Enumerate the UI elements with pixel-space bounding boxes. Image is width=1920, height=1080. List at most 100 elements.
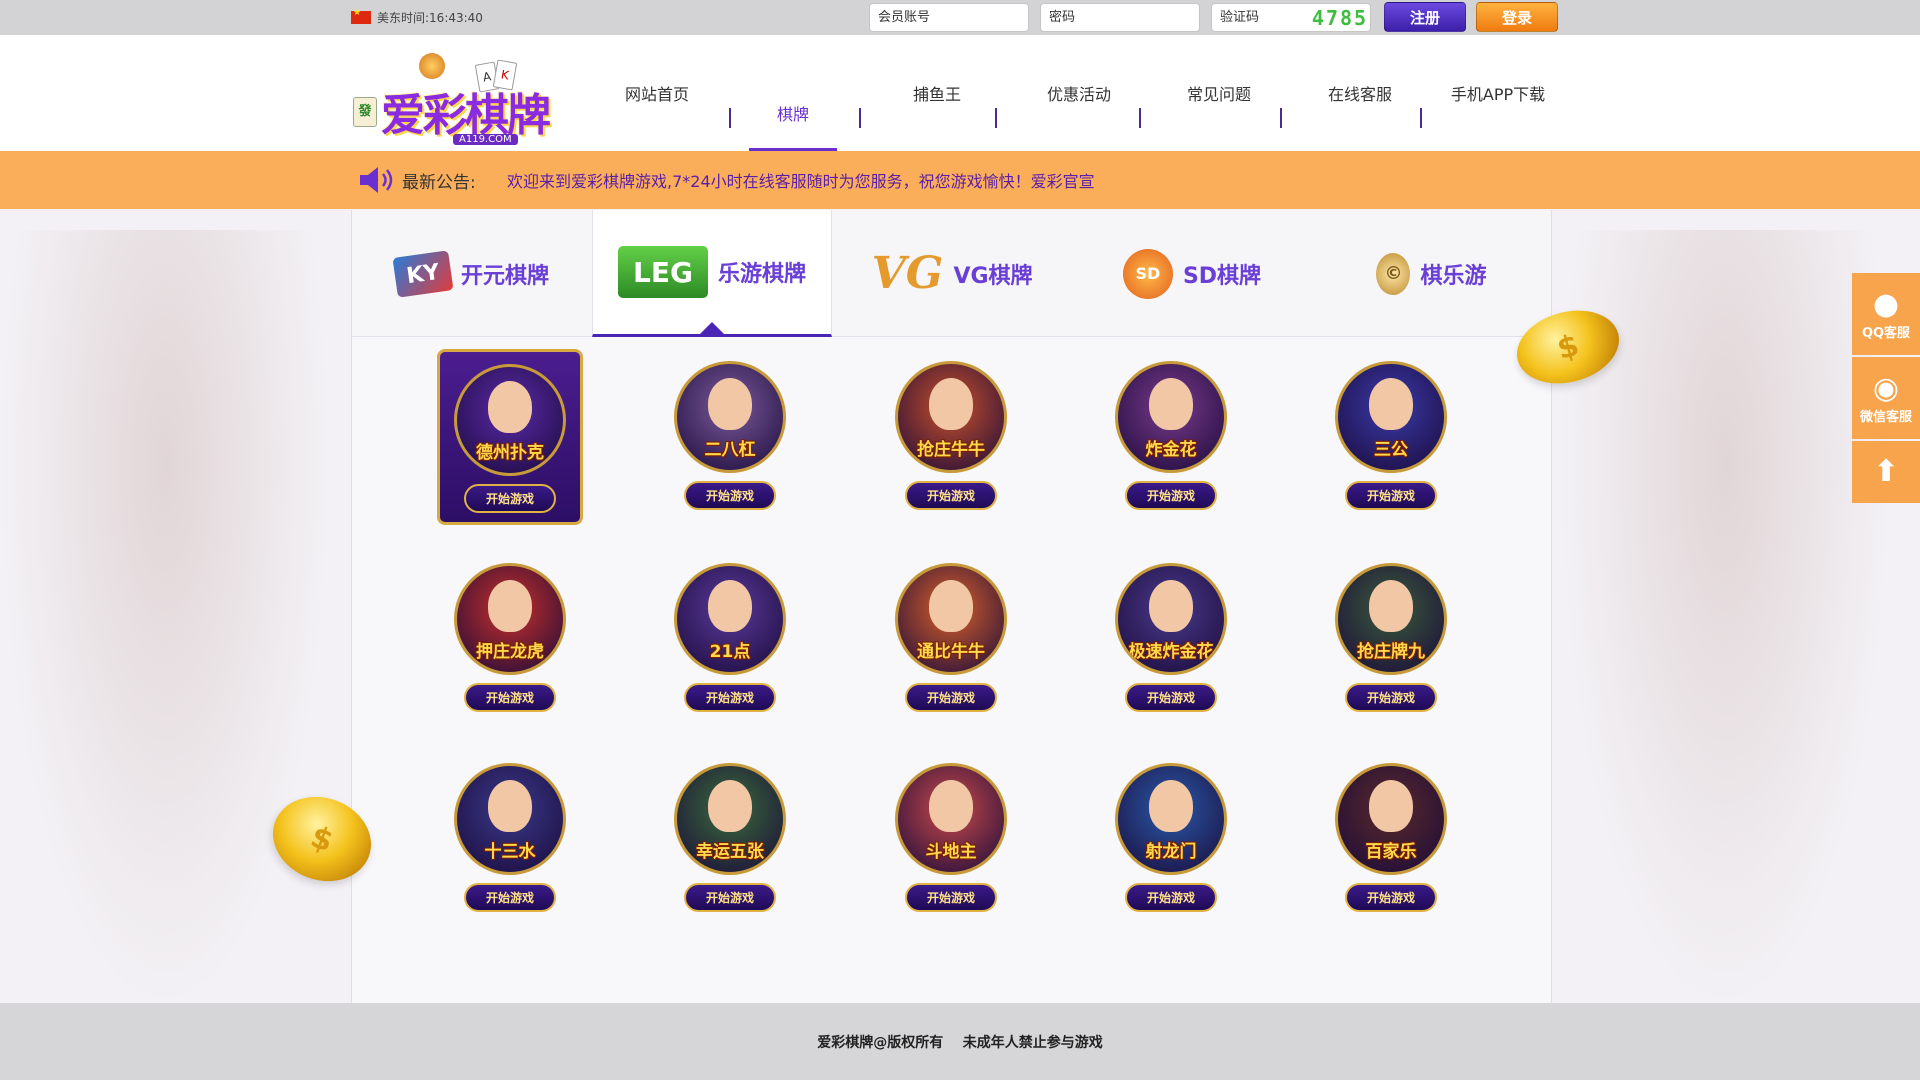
game-panel: KY 开元棋牌 LEG 乐游棋牌 VG VG棋牌 SD SD棋牌 © 棋乐游 德…	[351, 210, 1552, 1003]
sd-logo-icon: SD	[1122, 248, 1173, 299]
tab-label: 棋乐游	[1420, 263, 1487, 289]
tab-sd[interactable]: SD SD棋牌	[1072, 210, 1312, 337]
nav-separator	[1139, 108, 1141, 128]
qq-service-button[interactable]: ● QQ客服	[1852, 273, 1920, 355]
footer: 爱彩棋牌@版权所有 未成年人禁止参与游戏	[0, 1003, 1920, 1080]
nav-home[interactable]: 网站首页	[605, 35, 709, 151]
game-card[interactable]: 抢庄牛牛 开始游戏	[878, 349, 1024, 525]
game-title: 抢庄牌九	[1357, 642, 1425, 662]
game-card[interactable]: 极速炸金花 开始游戏	[1098, 551, 1244, 727]
game-art-icon: 21点	[674, 563, 786, 675]
time-display: 美东时间:16:43:40	[351, 8, 483, 26]
game-character-icon	[1149, 378, 1193, 430]
tab-kaiyuan[interactable]: KY 开元棋牌	[352, 210, 592, 337]
start-game-button[interactable]: 开始游戏	[905, 481, 997, 510]
game-title: 射龙门	[1145, 842, 1197, 862]
game-card[interactable]: 通比牛牛 开始游戏	[878, 551, 1024, 727]
tab-vg[interactable]: VG VG棋牌	[832, 210, 1072, 337]
game-card[interactable]: 押庄龙虎 开始游戏	[437, 551, 583, 727]
header: A K 發 爱彩棋牌 A119.COM 网站首页 棋牌 捕鱼王 优惠活动 常见问…	[0, 35, 1920, 151]
nav-separator	[729, 108, 731, 128]
game-card[interactable]: 二八杠 开始游戏	[657, 349, 803, 525]
start-game-button[interactable]: 开始游戏	[1125, 883, 1217, 912]
game-card[interactable]: 炸金花 开始游戏	[1098, 349, 1244, 525]
game-character-icon	[929, 378, 973, 430]
game-character-icon	[1149, 580, 1193, 632]
game-character-icon	[1149, 780, 1193, 832]
game-card[interactable]: 德州扑克 开始游戏	[437, 349, 583, 525]
tab-label: 乐游棋牌	[717, 262, 806, 287]
start-game-button[interactable]: 开始游戏	[1345, 683, 1437, 712]
game-card[interactable]: 斗地主 开始游戏	[878, 751, 1024, 927]
notice-bar: 最新公告: 欢迎来到爱彩棋牌游戏,7*24小时在线客服随时为您服务，祝您游戏愉快…	[0, 151, 1920, 209]
game-title: 通比牛牛	[917, 642, 985, 662]
game-character-icon	[929, 580, 973, 632]
start-game-button[interactable]: 开始游戏	[905, 683, 997, 712]
start-game-button[interactable]: 开始游戏	[464, 883, 556, 912]
qileyou-logo-icon: ©	[1376, 252, 1411, 295]
game-character-icon	[488, 780, 532, 832]
nav-online-service[interactable]: 在线客服	[1298, 35, 1422, 151]
game-title: 抢庄牛牛	[917, 440, 985, 460]
start-game-button[interactable]: 开始游戏	[1125, 481, 1217, 510]
tab-qileyou[interactable]: © 棋乐游	[1312, 210, 1551, 337]
game-character-icon	[1369, 378, 1413, 430]
start-game-button[interactable]: 开始游戏	[684, 481, 776, 510]
login-button[interactable]: 登录	[1476, 2, 1558, 32]
game-art-icon: 百家乐	[1335, 763, 1447, 875]
game-art-icon: 极速炸金花	[1115, 563, 1227, 675]
game-card[interactable]: 百家乐 开始游戏	[1318, 751, 1464, 927]
nav-fishing[interactable]: 捕鱼王	[877, 35, 997, 151]
nav-separator	[995, 108, 997, 128]
nav-faq[interactable]: 常见问题	[1157, 35, 1281, 151]
game-art-icon: 通比牛牛	[895, 563, 1007, 675]
start-game-button[interactable]: 开始游戏	[464, 484, 556, 513]
nav-chess-cards[interactable]: 棋牌	[749, 35, 837, 151]
game-art-icon: 抢庄牛牛	[895, 361, 1007, 473]
game-title: 幸运五张	[696, 842, 764, 862]
nav-app-download[interactable]: 手机APP下载	[1436, 35, 1560, 151]
game-title: 三公	[1374, 440, 1408, 460]
game-character-icon	[488, 580, 532, 632]
back-to-top-button[interactable]: ⬆	[1852, 441, 1920, 503]
password-input[interactable]	[1040, 3, 1200, 32]
top-bar: 美东时间:16:43:40 4785 注册 登录	[0, 0, 1920, 35]
game-card[interactable]: 抢庄牌九 开始游戏	[1318, 551, 1464, 727]
start-game-button[interactable]: 开始游戏	[464, 683, 556, 712]
start-game-button[interactable]: 开始游戏	[684, 883, 776, 912]
game-character-icon	[1369, 580, 1413, 632]
game-title: 百家乐	[1365, 842, 1417, 862]
tab-leyou[interactable]: LEG 乐游棋牌	[592, 210, 832, 337]
account-input[interactable]	[869, 3, 1029, 32]
game-character-icon	[708, 378, 752, 430]
game-title: 极速炸金花	[1128, 642, 1214, 662]
tab-label: SD棋牌	[1182, 263, 1262, 289]
game-art-icon: 三公	[1335, 361, 1447, 473]
game-card[interactable]: 十三水 开始游戏	[437, 751, 583, 927]
speaker-icon	[360, 167, 393, 193]
game-card[interactable]: 幸运五张 开始游戏	[657, 751, 803, 927]
game-art-icon: 斗地主	[895, 763, 1007, 875]
game-card[interactable]: 射龙门 开始游戏	[1098, 751, 1244, 927]
start-game-button[interactable]: 开始游戏	[905, 883, 997, 912]
start-game-button[interactable]: 开始游戏	[1345, 883, 1437, 912]
start-game-button[interactable]: 开始游戏	[684, 683, 776, 712]
game-art-icon: 抢庄牌九	[1335, 563, 1447, 675]
vg-logo-icon: VG	[871, 248, 944, 299]
register-button[interactable]: 注册	[1384, 2, 1466, 32]
main-nav: 网站首页 棋牌 捕鱼王 优惠活动 常见问题 在线客服 手机APP下载	[0, 35, 1920, 151]
game-card[interactable]: 21点开始游戏	[657, 551, 803, 727]
wechat-service-button[interactable]: ◉ 微信客服	[1852, 357, 1920, 439]
captcha-code[interactable]: 4785	[1309, 5, 1371, 31]
nav-promotions[interactable]: 优惠活动	[1015, 35, 1143, 151]
start-game-button[interactable]: 开始游戏	[1345, 481, 1437, 510]
wechat-service-label: 微信客服	[1859, 409, 1912, 425]
start-game-button[interactable]: 开始游戏	[1125, 683, 1217, 712]
game-title: 二八杠	[704, 440, 756, 460]
wechat-chat-icon: ◉	[1872, 370, 1900, 406]
game-art-icon: 押庄龙虎	[454, 563, 566, 675]
game-title: 21点	[709, 642, 751, 662]
game-grid: 德州扑克 开始游戏 二八杠 开始游戏 抢庄牛牛 开始游戏 炸金花 开始游戏 三公 开始游戏 押庄龙虎…	[352, 337, 1551, 1003]
game-card[interactable]: 三公 开始游戏	[1318, 349, 1464, 525]
game-title: 押庄龙虎	[476, 642, 544, 662]
